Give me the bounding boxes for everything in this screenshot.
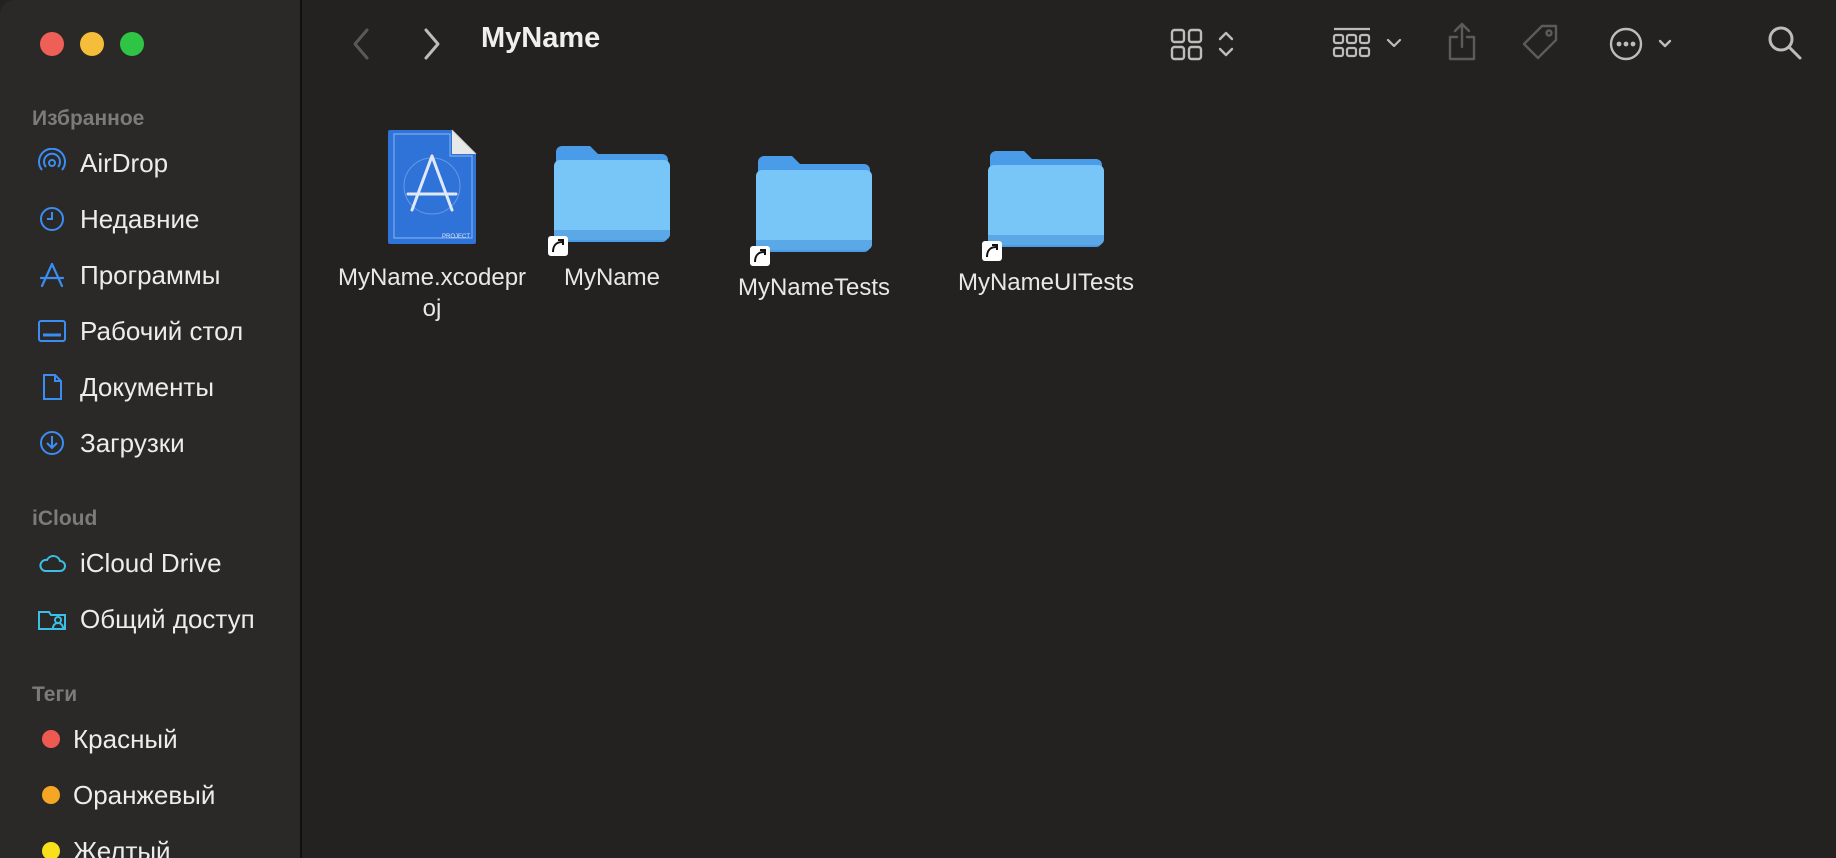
sidebar-item-desktop[interactable]: Рабочий стол bbox=[36, 311, 243, 351]
sidebar-item-airdrop[interactable]: AirDrop bbox=[36, 143, 168, 183]
grid-view-icon bbox=[1170, 28, 1234, 61]
sidebar-item-tag-orange[interactable]: Оранжевый bbox=[36, 775, 215, 815]
window-title: MyName bbox=[481, 22, 601, 54]
more-actions-button[interactable] bbox=[1606, 24, 1676, 64]
xcode-project-icon: PROJECT bbox=[388, 129, 477, 244]
file-label: MyNameUITests bbox=[957, 269, 1135, 296]
ellipsis-circle-icon bbox=[1609, 27, 1672, 61]
applications-icon bbox=[36, 259, 68, 291]
sidebar-item-label: Желтый bbox=[73, 835, 171, 858]
cloud-icon bbox=[36, 547, 68, 579]
sidebar-item-label: Красный bbox=[73, 723, 178, 754]
share-icon bbox=[1448, 22, 1476, 61]
alias-arrow-icon bbox=[750, 246, 770, 266]
window-controls bbox=[40, 32, 144, 56]
project-badge: PROJECT bbox=[442, 234, 470, 240]
clock-icon bbox=[36, 203, 68, 235]
finder-window: Избранное AirDrop Недавние Программы Раб… bbox=[0, 0, 1836, 858]
share-button[interactable] bbox=[1444, 20, 1480, 64]
file-label: MyNameTests bbox=[737, 274, 891, 301]
tag-button[interactable] bbox=[1520, 22, 1562, 64]
sidebar-item-label: Рабочий стол bbox=[80, 315, 244, 346]
sidebar-item-label: Загрузки bbox=[80, 427, 185, 458]
airdrop-icon bbox=[36, 147, 68, 179]
sidebar-item-label: AirDrop bbox=[80, 147, 169, 178]
zoom-button[interactable] bbox=[120, 32, 144, 56]
sidebar-item-icloud-drive[interactable]: iCloud Drive bbox=[36, 543, 222, 583]
group-by-button[interactable] bbox=[1332, 24, 1406, 64]
sidebar-item-shared[interactable]: Общий доступ bbox=[36, 599, 255, 639]
search-icon bbox=[1768, 26, 1802, 60]
file-label: MyName bbox=[563, 264, 660, 291]
file-item-mynameuitests[interactable]: MyNameUITests bbox=[946, 149, 1146, 298]
minimize-button[interactable] bbox=[80, 32, 104, 56]
sidebar-item-recents[interactable]: Недавние bbox=[36, 199, 199, 239]
chevron-left-icon bbox=[353, 28, 369, 60]
file-item-myname[interactable]: MyName bbox=[538, 144, 686, 293]
file-item-mynametests[interactable]: MyNameTests bbox=[714, 154, 914, 303]
alias-arrow-icon bbox=[548, 236, 568, 256]
chevron-right-icon bbox=[424, 28, 440, 60]
document-icon bbox=[36, 371, 68, 403]
desktop-icon bbox=[36, 315, 68, 347]
forward-button[interactable] bbox=[417, 24, 447, 64]
folder-icon bbox=[548, 144, 672, 256]
favorites-section-title: Избранное bbox=[32, 107, 145, 130]
sidebar-item-tag-red[interactable]: Красный bbox=[36, 719, 178, 759]
file-item-xcodeproj[interactable]: PROJECT MyName.xcodepr oj bbox=[332, 128, 532, 324]
file-label-line: oj bbox=[422, 295, 442, 322]
file-label-line: MyName.xcodepr bbox=[337, 264, 527, 291]
tag-icon bbox=[1522, 24, 1558, 60]
sidebar-item-label: Оранжевый bbox=[73, 779, 216, 810]
view-mode-button[interactable] bbox=[1168, 24, 1238, 64]
sidebar-item-documents[interactable]: Документы bbox=[36, 367, 214, 407]
sidebar-item-label: Общий доступ bbox=[80, 603, 255, 634]
folder-icon bbox=[750, 154, 874, 266]
tags-section-title: Теги bbox=[32, 683, 78, 706]
alias-arrow-icon bbox=[982, 241, 1002, 261]
folder-icon bbox=[982, 149, 1106, 261]
close-button[interactable] bbox=[40, 32, 64, 56]
sidebar-item-label: Недавние bbox=[80, 203, 200, 234]
shared-folder-icon bbox=[36, 603, 68, 635]
sidebar-item-applications[interactable]: Программы bbox=[36, 255, 220, 295]
sidebar-item-label: Программы bbox=[80, 259, 221, 290]
orange-tag-dot-icon bbox=[42, 786, 60, 804]
file-label: MyName.xcodepr oj bbox=[338, 262, 526, 324]
sidebar-item-label: iCloud Drive bbox=[80, 547, 222, 578]
sidebar-item-label: Документы bbox=[80, 371, 215, 402]
icloud-section-title: iCloud bbox=[32, 507, 98, 530]
yellow-tag-dot-icon bbox=[42, 842, 60, 858]
group-by-icon bbox=[1332, 27, 1402, 58]
sidebar-item-tag-yellow[interactable]: Желтый bbox=[36, 831, 171, 858]
red-tag-dot-icon bbox=[42, 730, 60, 748]
download-icon bbox=[36, 427, 68, 459]
search-button[interactable] bbox=[1764, 22, 1806, 64]
sidebar-item-downloads[interactable]: Загрузки bbox=[36, 423, 185, 463]
sidebar: Избранное AirDrop Недавние Программы Раб… bbox=[0, 0, 302, 858]
back-button[interactable] bbox=[346, 24, 376, 64]
